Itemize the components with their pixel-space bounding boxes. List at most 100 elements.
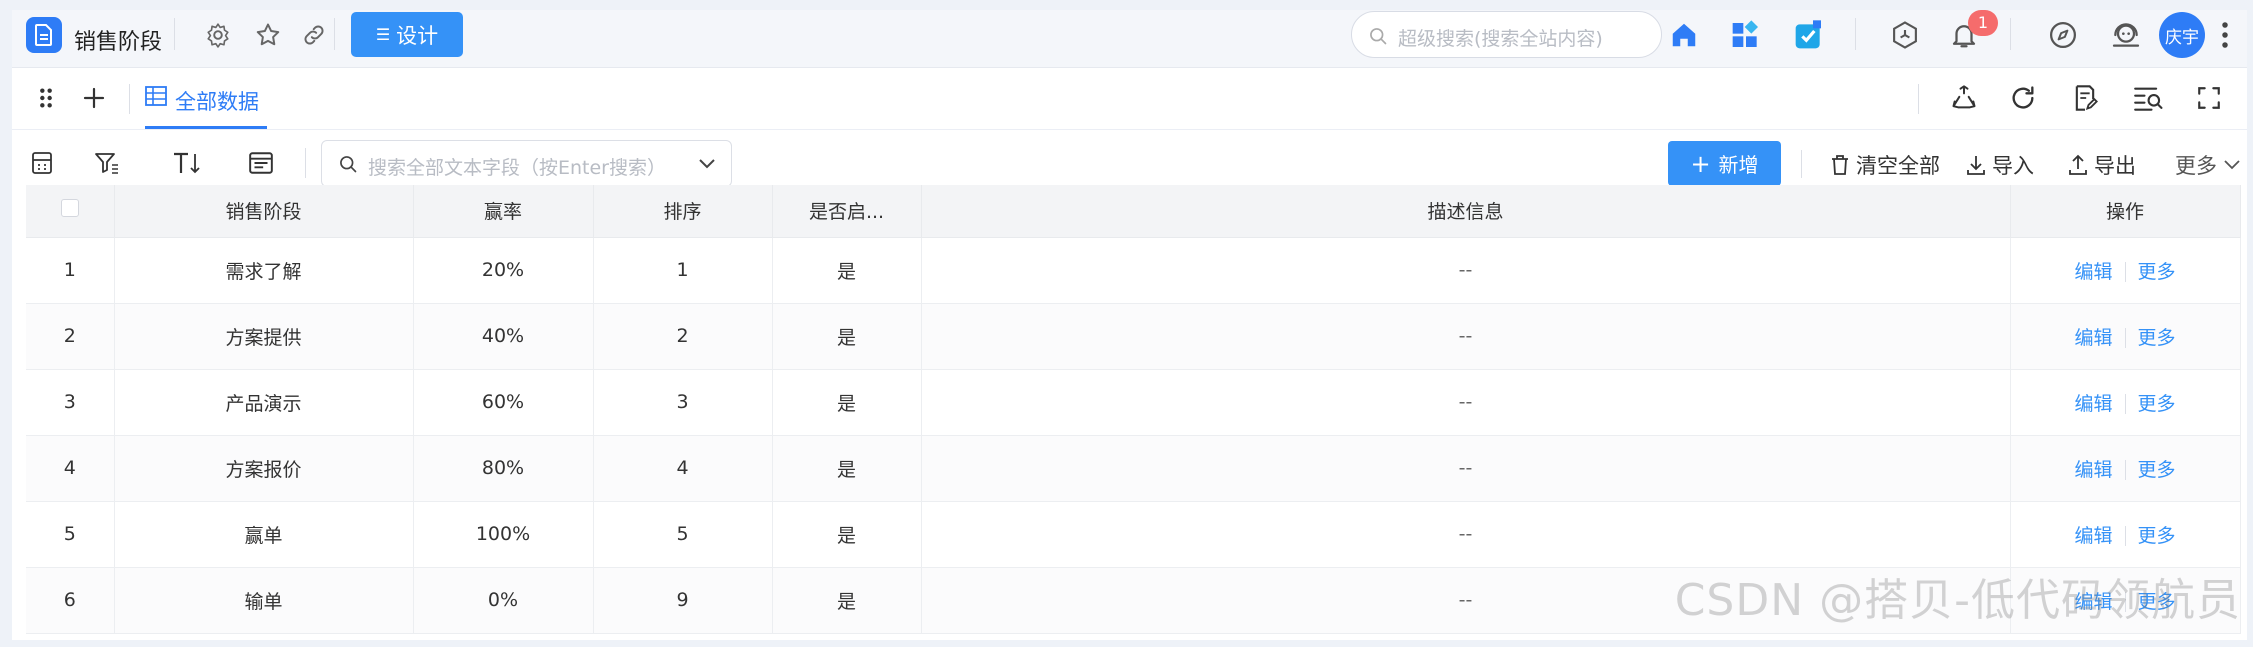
divider — [305, 148, 306, 178]
support-icon[interactable] — [2109, 19, 2143, 51]
cell-enabled: 是 — [772, 369, 922, 436]
cell-sort: 1 — [593, 237, 773, 304]
table-row[interactable]: 4 方案报价 80% 4 是 -- 编辑 更多 — [26, 435, 2241, 502]
filter-icon[interactable] — [94, 151, 120, 175]
clear-all-label: 清空全部 — [1856, 154, 1940, 178]
column-header-description[interactable]: 描述信息 — [921, 185, 2011, 238]
global-search-input[interactable]: 超级搜索(搜索全站内容) — [1351, 11, 1662, 58]
divider — [1855, 18, 1856, 50]
upload-icon — [2069, 154, 2087, 175]
calendar-view-icon[interactable] — [248, 150, 274, 176]
row-index: 3 — [26, 369, 115, 436]
edit-link[interactable]: 编辑 — [2062, 587, 2124, 614]
row-index: 1 — [26, 237, 115, 304]
drag-handle-icon[interactable] — [38, 87, 54, 109]
table-row[interactable]: 3 产品演示 60% 3 是 -- 编辑 更多 — [26, 369, 2241, 436]
clear-all-button[interactable]: 清空全部 — [1830, 150, 1940, 180]
plus-icon[interactable] — [83, 87, 105, 109]
refresh-icon[interactable] — [2009, 84, 2037, 112]
hexagon-icon[interactable] — [1890, 20, 1920, 50]
cell-description: -- — [921, 303, 2011, 370]
plus-icon: + — [1690, 149, 1711, 178]
recycle-icon[interactable] — [1949, 84, 1979, 112]
apps-icon[interactable] — [1730, 19, 1762, 51]
task-check-icon[interactable] — [1793, 19, 1825, 51]
top-bar: 销售阶段 ☰ 设计 超级搜索(搜索全站内容) 1 庆宇 — [12, 10, 2247, 68]
compass-icon[interactable] — [2048, 20, 2078, 50]
table-row[interactable]: 2 方案提供 40% 2 是 -- 编辑 更多 — [26, 303, 2241, 370]
tab-label: 全部数据 — [175, 90, 259, 114]
link-icon[interactable] — [301, 22, 327, 48]
cell-enabled: 是 — [772, 435, 922, 502]
more-link[interactable]: 更多 — [2126, 455, 2188, 482]
edit-link[interactable]: 编辑 — [2062, 389, 2124, 416]
app-title: 销售阶段 — [74, 30, 163, 55]
home-icon[interactable] — [1668, 20, 1700, 50]
more-button[interactable]: 更多 — [2175, 150, 2241, 180]
cell-rate: 20% — [413, 237, 594, 304]
more-link[interactable]: 更多 — [2126, 587, 2188, 614]
list-search-icon[interactable] — [2132, 84, 2164, 112]
more-link[interactable]: 更多 — [2126, 257, 2188, 284]
column-header-stage[interactable]: 销售阶段 — [114, 185, 414, 238]
cell-enabled: 是 — [772, 501, 922, 568]
filter-search-input[interactable]: 搜索全部文本字段（按Enter搜索） — [321, 140, 732, 187]
add-button-label: 新增 — [1718, 153, 1759, 177]
table-row[interactable]: 6 输单 0% 9 是 -- 编辑 更多 — [26, 567, 2241, 634]
text-sort-icon[interactable] — [172, 151, 202, 175]
import-button[interactable]: 导入 — [1966, 150, 2034, 180]
more-link[interactable]: 更多 — [2126, 389, 2188, 416]
column-header-enabled[interactable]: 是否启... — [772, 185, 922, 238]
avatar[interactable]: 庆宇 — [2159, 12, 2205, 58]
column-header-rate[interactable]: 赢率 — [413, 185, 594, 238]
gear-icon[interactable] — [205, 22, 231, 48]
edit-link[interactable]: 编辑 — [2062, 455, 2124, 482]
design-button[interactable]: ☰ 设计 — [351, 12, 463, 57]
cell-sort: 2 — [593, 303, 773, 370]
layout-icon[interactable] — [30, 151, 54, 175]
column-header-sort[interactable]: 排序 — [593, 185, 773, 238]
row-index: 6 — [26, 567, 115, 634]
cell-description: -- — [921, 237, 2011, 304]
tab-all-data[interactable]: 全部数据 — [145, 68, 259, 130]
export-button[interactable]: 导出 — [2068, 150, 2136, 180]
cell-actions: 编辑 更多 — [2010, 435, 2241, 502]
row-index: 2 — [26, 303, 115, 370]
chevron-down-icon[interactable] — [697, 155, 717, 173]
export-label: 导出 — [2094, 154, 2136, 178]
app-frame: 销售阶段 ☰ 设计 超级搜索(搜索全站内容) 1 庆宇 全部数据 搜索全部文本字… — [12, 10, 2247, 640]
edit-link[interactable]: 编辑 — [2062, 521, 2124, 548]
cell-actions: 编辑 更多 — [2010, 303, 2241, 370]
star-icon[interactable] — [254, 21, 282, 49]
table-row[interactable]: 5 赢单 100% 5 是 -- 编辑 更多 — [26, 501, 2241, 568]
notification-badge: 1 — [1968, 10, 1998, 36]
edit-link[interactable]: 编辑 — [2062, 257, 2124, 284]
document-icon[interactable] — [26, 17, 62, 53]
more-link[interactable]: 更多 — [2126, 521, 2188, 548]
download-icon — [1967, 156, 1985, 175]
cell-description: -- — [921, 567, 2011, 634]
tab-active-indicator — [145, 126, 267, 129]
cell-description: -- — [921, 435, 2011, 502]
cell-actions: 编辑 更多 — [2010, 501, 2241, 568]
edit-document-icon[interactable] — [2071, 83, 2099, 113]
cell-rate: 60% — [413, 369, 594, 436]
cell-enabled: 是 — [772, 237, 922, 304]
cell-rate: 100% — [413, 501, 594, 568]
more-link[interactable]: 更多 — [2126, 323, 2188, 350]
more-vertical-icon[interactable] — [2220, 20, 2230, 50]
cell-sort: 9 — [593, 567, 773, 634]
chevron-down-icon — [2224, 160, 2240, 170]
cell-stage: 方案报价 — [114, 435, 414, 502]
cell-enabled: 是 — [772, 303, 922, 370]
add-button[interactable]: + 新增 — [1668, 141, 1781, 186]
cell-stage: 需求了解 — [114, 237, 414, 304]
divider — [1801, 150, 1802, 178]
fullscreen-icon[interactable] — [2196, 85, 2222, 111]
edit-link[interactable]: 编辑 — [2062, 323, 2124, 350]
cell-sort: 5 — [593, 501, 773, 568]
table-row[interactable]: 1 需求了解 20% 1 是 -- 编辑 更多 — [26, 237, 2241, 304]
table-icon — [145, 86, 167, 106]
row-index: 4 — [26, 435, 115, 502]
select-all-checkbox[interactable] — [26, 185, 115, 238]
